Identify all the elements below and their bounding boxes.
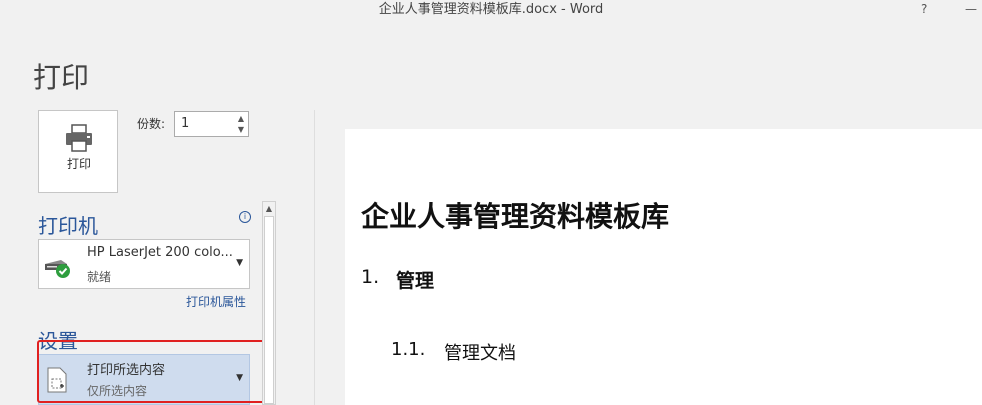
window-title: 企业人事管理资料模板库.docx - Word — [378, 2, 604, 17]
copies-value: 1 — [181, 116, 190, 131]
minimize-button[interactable]: — — [965, 0, 982, 20]
page-title: 打印 — [33, 61, 90, 94]
chevron-down-icon: ▼ — [236, 373, 243, 383]
printer-name: HP LaserJet 200 colo... — [87, 245, 233, 260]
preview-heading1-number: 1. — [361, 266, 380, 288]
printer-properties-link[interactable]: 打印机属性 — [186, 293, 246, 310]
scroll-thumb[interactable] — [264, 216, 274, 404]
copies-decrement-button[interactable]: ▼ — [236, 124, 246, 135]
chevron-down-icon: ▼ — [236, 258, 243, 268]
printer-status: 就绪 — [87, 270, 112, 284]
print-range-title: 打印所选内容 — [87, 363, 166, 378]
settings-section-title: 设置 — [38, 329, 78, 353]
info-icon[interactable]: i — [239, 211, 251, 223]
copies-input[interactable]: 1 ▲ ▼ — [174, 111, 249, 137]
settings-scrollbar[interactable]: ▲ — [262, 201, 276, 405]
printer-icon — [66, 124, 92, 152]
window-titlebar: 企业人事管理资料模板库.docx - Word — [0, 0, 982, 22]
preview-document-title: 企业人事管理资料模板库 — [361, 200, 670, 233]
print-preview: 企业人事管理资料模板库 1. 管理 1.1. 管理文档 — [345, 129, 982, 405]
printer-ready-icon — [45, 260, 70, 278]
printer-dropdown[interactable]: HP LaserJet 200 colo... 就绪 ▼ — [38, 239, 250, 289]
printer-section-title: 打印机 — [38, 214, 98, 238]
help-button[interactable]: ? — [921, 0, 935, 20]
print-range-dropdown[interactable]: 打印所选内容 仅所选内容 ▼ — [38, 354, 250, 405]
pane-divider — [314, 110, 315, 405]
preview-heading1-text: 管理 — [396, 270, 435, 292]
print-button[interactable]: 打印 — [38, 110, 118, 193]
scroll-up-button[interactable]: ▲ — [263, 202, 275, 215]
preview-heading2-number: 1.1. — [391, 339, 426, 360]
copies-label: 份数: — [137, 117, 166, 131]
print-range-subtitle: 仅所选内容 — [87, 384, 148, 398]
selection-page-icon — [47, 367, 67, 393]
copies-increment-button[interactable]: ▲ — [236, 113, 246, 124]
preview-heading2-text: 管理文档 — [444, 343, 516, 364]
print-button-label: 打印 — [66, 157, 91, 171]
